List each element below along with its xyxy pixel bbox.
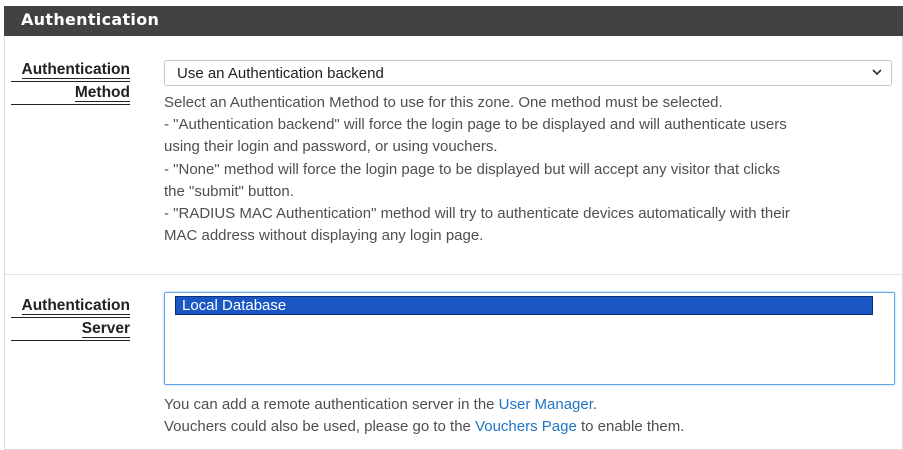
help-line: You can add a remote authentication serv… <box>164 394 900 416</box>
help-line: the "submit" button. <box>164 182 294 200</box>
label-line-2: Server <box>11 318 130 341</box>
label-text: Method <box>74 84 130 102</box>
vouchers-page-link[interactable]: Vouchers Page <box>475 418 577 435</box>
chevron-down-icon <box>872 69 882 76</box>
help-text: Vouchers could also be used, please go t… <box>164 418 476 436</box>
panel-title: Authentication <box>4 6 903 36</box>
authentication-server-label: Authentication Server <box>11 295 130 341</box>
listbox-option-local-database[interactable]: Local Database <box>175 296 873 315</box>
help-text: You can add a remote authentication serv… <box>164 396 499 413</box>
authentication-method-help: Select an Authentication Method to use f… <box>164 92 900 247</box>
help-line: Vouchers could also be used, please go t… <box>164 416 900 438</box>
help-line: MAC address without displaying any login… <box>164 227 484 245</box>
label-line-1: Authentication <box>11 295 130 318</box>
user-manager-link[interactable]: User Manager <box>499 396 593 413</box>
help-text: . <box>592 396 598 413</box>
help-line: Select an Authentication Method to use f… <box>164 94 723 111</box>
help-line: using their login and password, or using… <box>164 138 498 156</box>
authentication-panel: Authentication Authentication Method Use… <box>4 6 903 450</box>
label-line-1: Authentication <box>11 59 130 82</box>
help-line: - "None" method will force the login pag… <box>164 160 780 178</box>
label-text: Authentication <box>21 297 130 315</box>
help-text: to enable them. <box>576 418 685 436</box>
authentication-server-help: You can add a remote authentication serv… <box>164 394 900 438</box>
label-line-2: Method <box>11 82 130 105</box>
help-line: - "Authentication backend" will force th… <box>164 116 787 134</box>
label-text: Server <box>81 320 130 338</box>
authentication-method-row: Authentication Method Use an Authenticat… <box>5 36 902 275</box>
authentication-server-listbox[interactable]: Local Database <box>164 292 895 385</box>
label-text: Authentication <box>21 61 130 79</box>
select-value: Use an Authentication backend <box>177 65 384 82</box>
panel-body: Authentication Method Use an Authenticat… <box>4 36 903 450</box>
authentication-method-label: Authentication Method <box>11 59 130 105</box>
help-line: - "RADIUS MAC Authentication" method wil… <box>164 205 790 223</box>
authentication-server-row: Authentication Server Local Database You… <box>5 275 902 449</box>
authentication-method-select[interactable]: Use an Authentication backend <box>164 60 892 86</box>
